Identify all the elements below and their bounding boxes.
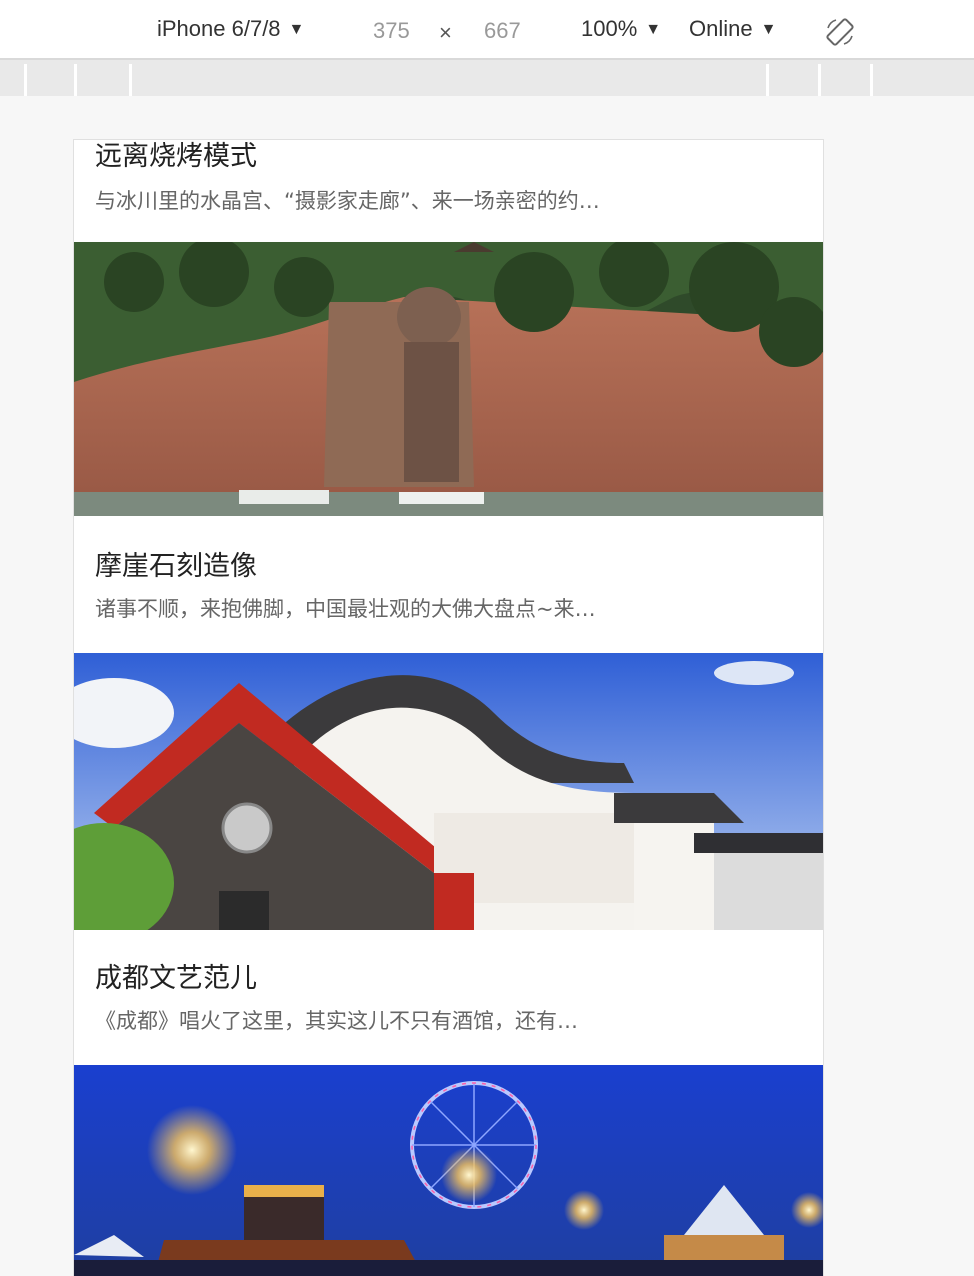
caret-down-icon: ▼ [288, 21, 305, 38]
amusement-park-night-photo[interactable] [74, 1065, 824, 1276]
card-title: 远离烧烤模式 [95, 141, 257, 172]
card-text[interactable]: 远离烧烤模式 与冰川里的水晶宫、“摄影家走廊”、来一场亲密的约… [95, 140, 803, 216]
zoom-select[interactable]: 100% ▼ [581, 16, 661, 42]
leshan-giant-buddha-photo[interactable] [74, 242, 824, 516]
zoom-select-label: 100% [581, 16, 638, 41]
device-toolbar: iPhone 6/7/8 ▼ × 100% ▼ Online ▼ [0, 0, 974, 60]
ruler-divider [870, 64, 873, 96]
card-description: 与冰川里的水晶宫、“摄影家走廊”、来一场亲密的约… [95, 189, 600, 213]
rotate-device-icon[interactable] [824, 16, 856, 48]
device-select[interactable]: iPhone 6/7/8 ▼ [157, 16, 304, 42]
ruler-divider [24, 64, 27, 96]
card-title: 成都文艺范儿 [95, 963, 257, 994]
times-separator: × [439, 20, 452, 45]
network-throttle-select[interactable]: Online ▼ [689, 16, 776, 42]
caret-down-icon: ▼ [645, 21, 662, 38]
card-description: 诸事不顺，来抱佛脚，中国最壮观的大佛大盘点~来… [95, 597, 596, 621]
media-query-ruler[interactable] [0, 60, 974, 96]
device-select-label: iPhone 6/7/8 [157, 16, 281, 41]
viewport-height-input[interactable] [484, 14, 574, 48]
ruler-divider [129, 64, 132, 96]
caret-down-icon: ▼ [760, 21, 777, 38]
device-viewport[interactable]: 远离烧烤模式 与冰川里的水晶宫、“摄影家走廊”、来一场亲密的约… 摩崖石刻造像 [73, 139, 824, 1276]
traditional-architecture-photo[interactable] [74, 653, 824, 930]
card-title: 摩崖石刻造像 [95, 551, 257, 582]
card-description: 《成都》唱火了这里，其实这儿不只有酒馆，还有… [95, 1009, 578, 1033]
card-text[interactable]: 成都文艺范儿 《成都》唱火了这里，其实这儿不只有酒馆，还有… [95, 962, 803, 1036]
ruler-divider [766, 64, 769, 96]
ruler-divider [74, 64, 77, 96]
card-text[interactable]: 摩崖石刻造像 诸事不顺，来抱佛脚，中国最壮观的大佛大盘点~来… [95, 550, 803, 624]
ruler-divider [818, 64, 821, 96]
network-select-label: Online [689, 16, 753, 41]
